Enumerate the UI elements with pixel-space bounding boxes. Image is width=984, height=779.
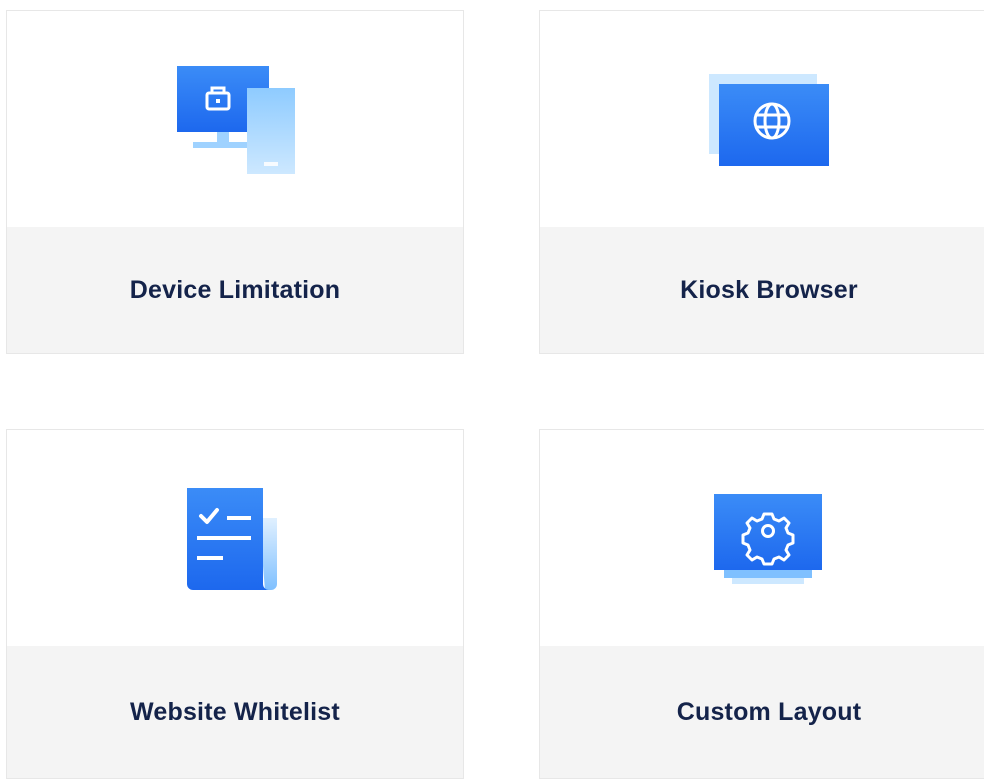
feature-card-custom-layout[interactable]: Custom Layout: [539, 429, 984, 779]
feature-title: Kiosk Browser: [680, 275, 858, 304]
checklist-document-icon: [187, 488, 277, 590]
feature-label-area: Website Whitelist: [7, 646, 463, 778]
devices-briefcase-icon: [177, 66, 295, 174]
feature-title: Device Limitation: [129, 275, 341, 304]
feature-title: Custom Layout: [676, 697, 862, 726]
feature-icon-area: [7, 430, 463, 646]
gear-monitor-icon: [714, 494, 822, 584]
feature-icon-area: [7, 11, 463, 227]
feature-icon-area: [540, 430, 984, 646]
feature-label-area: Kiosk Browser: [540, 227, 984, 353]
feature-card-device-limitation[interactable]: Device Limitation: [6, 10, 464, 354]
globe-window-icon: [709, 74, 829, 166]
feature-title: Website Whitelist: [130, 697, 340, 726]
feature-icon-area: [540, 11, 984, 227]
feature-card-website-whitelist[interactable]: Website Whitelist: [6, 429, 464, 779]
feature-label-area: Device Limitation: [7, 227, 463, 353]
feature-card-kiosk-browser[interactable]: Kiosk Browser: [539, 10, 984, 354]
feature-label-area: Custom Layout: [540, 646, 984, 778]
